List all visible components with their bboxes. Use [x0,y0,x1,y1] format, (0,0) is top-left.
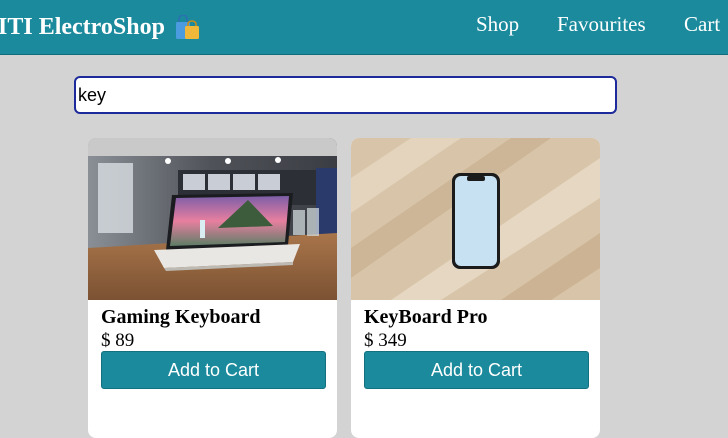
search-input[interactable] [74,76,617,114]
add-to-cart-button[interactable]: Add to Cart [101,351,326,389]
add-to-cart-button[interactable]: Add to Cart [364,351,589,389]
nav-shop[interactable]: Shop [476,12,519,37]
product-price: $ 349 [364,330,407,351]
brand-title: ITI ElectroShop [0,14,165,40]
shopping-bags-icon [175,14,199,39]
product-price: $ 89 [101,330,135,351]
phone-on-wood-image [351,138,600,300]
product-name: KeyBoard Pro [364,306,488,328]
product-card: KeyBoard Pro $ 349 Add to Cart [351,138,600,438]
product-card: Gaming Keyboard $ 89 Add to Cart [88,138,337,438]
nav-favourites[interactable]: Favourites [557,12,646,37]
product-name: Gaming Keyboard [101,306,261,328]
laptop-on-table-image [88,138,337,300]
nav-cart[interactable]: Cart [684,12,720,37]
navbar: ITI ElectroShop Shop Favourites Cart [0,0,728,55]
brand[interactable]: ITI ElectroShop [0,14,201,41]
